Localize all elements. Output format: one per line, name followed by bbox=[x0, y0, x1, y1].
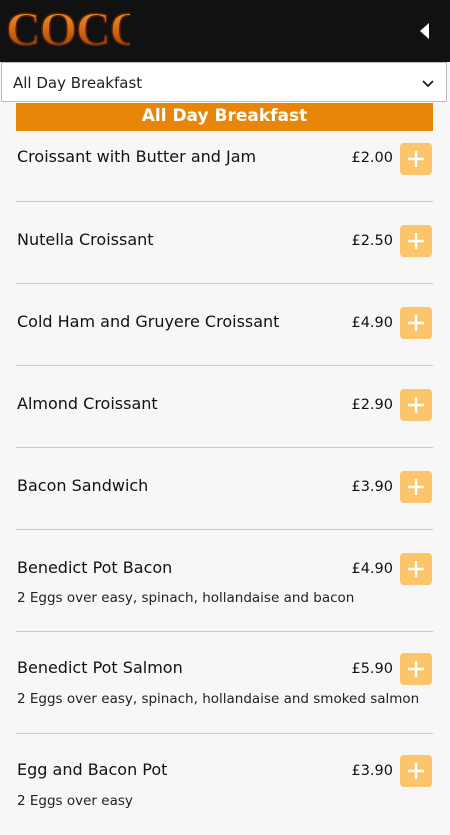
category-select[interactable]: All Day Breakfast bbox=[1, 62, 447, 102]
item-price: £3.90 bbox=[351, 479, 393, 495]
item-name: Croissant with Butter and Jam bbox=[17, 147, 257, 166]
menu-item: Egg and Bacon Pot £3.90 2 Eggs over easy bbox=[16, 734, 433, 835]
menu-list: Croissant with Butter and Jam £2.00 Nute… bbox=[0, 131, 450, 835]
item-name: Almond Croissant bbox=[17, 394, 158, 413]
item-name: Benedict Pot Bacon bbox=[17, 558, 173, 577]
menu-item: Nutella Croissant £2.50 bbox=[16, 202, 433, 284]
menu-item: Bacon Sandwich £3.90 bbox=[16, 448, 433, 530]
section-title: All Day Breakfast bbox=[16, 103, 433, 131]
item-price: £4.90 bbox=[351, 315, 393, 331]
item-price: £2.50 bbox=[351, 233, 393, 249]
category-select-value: All Day Breakfast bbox=[13, 74, 143, 92]
back-triangle-icon[interactable] bbox=[412, 18, 438, 44]
item-price: £4.90 bbox=[351, 561, 393, 577]
add-item-button[interactable] bbox=[400, 553, 432, 585]
add-item-button[interactable] bbox=[400, 389, 432, 421]
coco-logo[interactable]: COCO bbox=[4, 3, 130, 51]
item-description: 2 Eggs over easy bbox=[17, 793, 133, 809]
item-name: Nutella Croissant bbox=[17, 230, 154, 249]
chevron-down-icon bbox=[420, 75, 436, 91]
add-item-button[interactable] bbox=[400, 471, 432, 503]
add-item-button[interactable] bbox=[400, 653, 432, 685]
menu-item: Cold Ham and Gruyere Croissant £4.90 bbox=[16, 284, 433, 366]
add-item-button[interactable] bbox=[400, 225, 432, 257]
top-bar: COCO bbox=[0, 0, 450, 62]
add-item-button[interactable] bbox=[400, 755, 432, 787]
menu-item: Benedict Pot Salmon £5.90 2 Eggs over ea… bbox=[16, 632, 433, 734]
item-name: Egg and Bacon Pot bbox=[17, 760, 168, 779]
add-item-button[interactable] bbox=[400, 307, 432, 339]
item-price: £2.90 bbox=[351, 397, 393, 413]
menu-item: Almond Croissant £2.90 bbox=[16, 366, 433, 448]
item-name: Bacon Sandwich bbox=[17, 476, 149, 495]
menu-item: Croissant with Butter and Jam £2.00 bbox=[16, 131, 433, 202]
item-price: £5.90 bbox=[351, 661, 393, 677]
item-name: Cold Ham and Gruyere Croissant bbox=[17, 312, 280, 331]
add-item-button[interactable] bbox=[400, 143, 432, 175]
item-name: Benedict Pot Salmon bbox=[17, 658, 183, 677]
item-price: £2.00 bbox=[351, 150, 393, 166]
menu-item: Benedict Pot Bacon £4.90 2 Eggs over eas… bbox=[16, 530, 433, 632]
item-description: 2 Eggs over easy, spinach, hollandaise a… bbox=[17, 590, 355, 606]
item-description: 2 Eggs over easy, spinach, hollandaise a… bbox=[17, 691, 420, 707]
logo-text: COCO bbox=[6, 3, 130, 51]
item-price: £3.90 bbox=[351, 763, 393, 779]
